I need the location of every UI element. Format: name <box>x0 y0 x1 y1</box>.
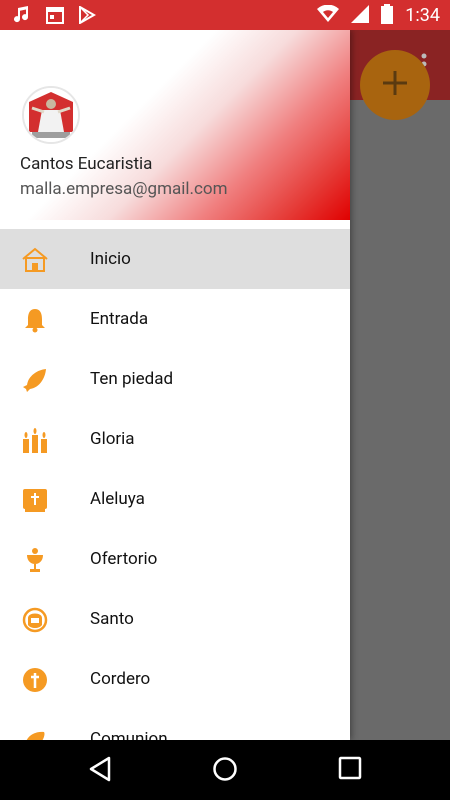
bread-icon <box>22 727 48 740</box>
chalice-icon <box>22 547 48 573</box>
back-icon[interactable] <box>88 756 112 786</box>
menu-label: Santo <box>90 609 134 629</box>
saint-face-icon <box>22 607 48 633</box>
menu-label: Gloria <box>90 429 135 449</box>
candles-icon <box>22 427 48 453</box>
menu-label: Comunion <box>90 729 168 740</box>
menu-item-santo[interactable]: Santo <box>0 589 350 649</box>
menu-label: Cordero <box>90 669 151 689</box>
menu-label: Ten piedad <box>90 369 174 389</box>
drawer-menu: Inicio Entrada Ten piedad Gloria Aleluya… <box>0 229 350 740</box>
add-fab-button[interactable] <box>360 50 430 120</box>
drawer-header: Cantos Eucaristia malla.empresa@gmail.co… <box>0 30 350 220</box>
menu-item-ofertorio[interactable]: Ofertorio <box>0 529 350 589</box>
fish-icon <box>22 367 48 393</box>
battery-icon <box>381 4 394 28</box>
status-time: 1:34 <box>405 5 440 26</box>
play-store-icon <box>78 5 97 28</box>
menu-item-comunion[interactable]: Comunion <box>0 709 350 740</box>
system-nav-bar <box>0 740 450 800</box>
menu-label: Ofertorio <box>90 549 158 569</box>
status-bar: 1:34 <box>0 0 450 30</box>
menu-item-ten-piedad[interactable]: Ten piedad <box>0 349 350 409</box>
church-icon <box>22 247 48 273</box>
navigation-drawer: Cantos Eucaristia malla.empresa@gmail.co… <box>0 30 350 740</box>
menu-label: Inicio <box>90 249 131 269</box>
signal-icon <box>351 5 370 27</box>
wifi-icon <box>317 4 340 27</box>
music-note-icon <box>14 6 32 28</box>
calendar-icon <box>46 6 64 28</box>
menu-item-gloria[interactable]: Gloria <box>0 409 350 469</box>
menu-item-cordero[interactable]: Cordero <box>0 649 350 709</box>
avatar[interactable] <box>22 86 80 144</box>
header-name: Cantos Eucaristia <box>20 154 153 174</box>
menu-item-entrada[interactable]: Entrada <box>0 289 350 349</box>
recents-icon[interactable] <box>338 756 362 784</box>
menu-item-aleluya[interactable]: Aleluya <box>0 469 350 529</box>
bible-icon <box>22 487 48 513</box>
home-icon[interactable] <box>212 756 238 786</box>
menu-label: Aleluya <box>90 489 145 509</box>
cross-circle-icon <box>22 667 48 693</box>
menu-item-inicio[interactable]: Inicio <box>0 229 350 289</box>
bell-icon <box>22 307 48 333</box>
header-email: malla.empresa@gmail.com <box>20 179 228 199</box>
plus-icon <box>380 68 410 102</box>
menu-label: Entrada <box>90 309 149 329</box>
